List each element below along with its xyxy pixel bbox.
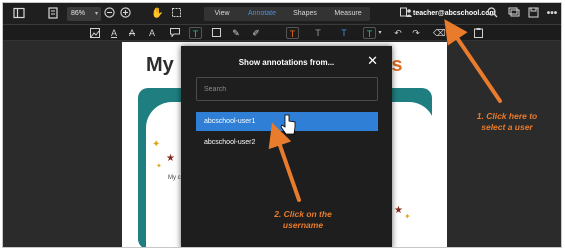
rectangle-tool-icon[interactable] bbox=[211, 27, 221, 39]
text-color-teal[interactable]: T bbox=[363, 27, 376, 39]
free-text-tool-icon[interactable]: T bbox=[189, 27, 202, 39]
undo-icon[interactable]: ↶ bbox=[393, 27, 403, 39]
step1-callout: 1. Click here to select a user bbox=[453, 111, 561, 133]
eraser-icon[interactable]: ⌫ bbox=[433, 27, 446, 39]
clipboard-icon[interactable] bbox=[473, 27, 483, 39]
text-color-orange[interactable]: T bbox=[286, 27, 299, 39]
step2-line2: username bbox=[282, 220, 324, 230]
user-search-input[interactable] bbox=[196, 77, 378, 101]
user-list-item-user1[interactable]: abcschool-user1 bbox=[196, 112, 378, 131]
strikeout-tool-icon[interactable]: A bbox=[127, 27, 137, 39]
step2-line1: 2. Click on the bbox=[274, 209, 332, 219]
step1-line1: 1. Click here to bbox=[476, 111, 538, 121]
tab-annotate[interactable]: Annotate bbox=[240, 7, 284, 21]
save-icon[interactable] bbox=[528, 7, 540, 21]
top-toolbar: 86% ▾ ✋ View Annotate Shapes Measure tea… bbox=[3, 3, 561, 25]
user-list-item-user2[interactable]: abcschool-user2 bbox=[196, 133, 378, 152]
page-fit-icon[interactable] bbox=[48, 7, 60, 21]
star-icon: ★ bbox=[166, 153, 175, 164]
more-options-icon[interactable]: ••• bbox=[546, 7, 558, 21]
image-tool-icon[interactable] bbox=[89, 27, 101, 39]
current-user-button[interactable]: teacher@abcschool.com bbox=[413, 7, 496, 21]
tab-view[interactable]: View bbox=[204, 7, 240, 21]
star-icon: ✦ bbox=[156, 163, 162, 170]
text-color-grey[interactable]: T bbox=[313, 27, 323, 39]
zoom-in-icon[interactable] bbox=[120, 7, 132, 21]
chevron-down-icon: ▾ bbox=[94, 11, 98, 17]
document-title-left: My bbox=[146, 54, 174, 76]
search-icon[interactable] bbox=[487, 7, 499, 21]
note-tool-icon[interactable] bbox=[169, 27, 181, 39]
decorative-cloud-right bbox=[389, 102, 435, 247]
pen-tool-icon[interactable]: ✎ bbox=[231, 27, 241, 39]
step1-line2: select a user bbox=[481, 122, 533, 132]
underline-tool-icon[interactable]: A bbox=[109, 27, 119, 39]
star-icon: ✦ bbox=[404, 212, 411, 221]
tab-measure[interactable]: Measure bbox=[326, 7, 370, 21]
close-icon[interactable]: ✕ bbox=[367, 54, 378, 67]
zoom-value: 86% bbox=[71, 10, 86, 17]
dialog-title: Show annotations from... bbox=[238, 58, 335, 67]
user-annotations-icon[interactable] bbox=[400, 7, 412, 21]
sidebar-toggle-icon[interactable] bbox=[13, 7, 27, 21]
star-icon: ★ bbox=[394, 205, 403, 216]
highlighter-tool-icon[interactable]: ✐ bbox=[251, 27, 261, 39]
comments-icon[interactable] bbox=[508, 7, 520, 21]
document-body-text: My c bbox=[168, 175, 181, 181]
annotate-toolbar: A A A T ✎ ✐ T T T T ▾ ↶ ↷ ⌫ ⚙ bbox=[3, 25, 561, 41]
mode-tabs: View Annotate Shapes Measure bbox=[204, 7, 370, 21]
redo-icon[interactable]: ↷ bbox=[411, 27, 421, 39]
zoom-select[interactable]: 86% ▾ bbox=[67, 7, 101, 21]
text-color-blue[interactable]: T bbox=[339, 27, 349, 39]
chevron-down-icon[interactable]: ▾ bbox=[377, 27, 383, 39]
app-window: 86% ▾ ✋ View Annotate Shapes Measure tea… bbox=[2, 2, 562, 248]
pan-hand-icon[interactable]: ✋ bbox=[151, 7, 164, 21]
marquee-select-icon[interactable] bbox=[171, 7, 183, 21]
step2-callout: 2. Click on the username bbox=[253, 209, 353, 231]
squiggly-tool-icon[interactable]: A bbox=[147, 27, 157, 39]
settings-icon[interactable]: ⚙ bbox=[451, 27, 461, 39]
zoom-out-icon[interactable] bbox=[104, 7, 116, 21]
tab-shapes[interactable]: Shapes bbox=[284, 7, 326, 21]
star-icon: ✦ bbox=[152, 139, 161, 150]
